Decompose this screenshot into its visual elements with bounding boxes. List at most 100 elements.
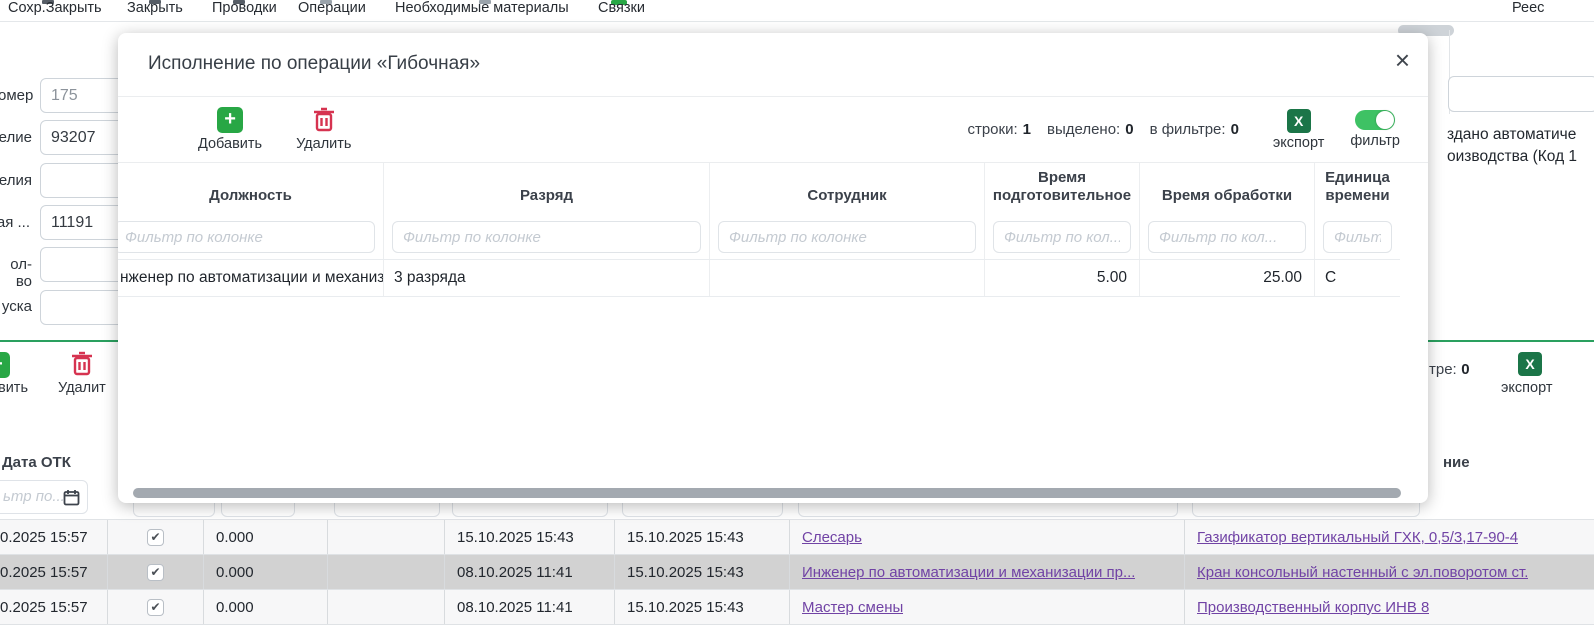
menu-required-materials[interactable]: Необходимые материалы (395, 0, 569, 16)
checkbox-checked[interactable]: ✔ (147, 599, 164, 616)
cell-start: 08.10.2025 11:41 (445, 555, 615, 589)
filter-toggle-block: фильтр (1350, 110, 1400, 149)
cell-equipment: Производственный корпус ИНВ 8 (1185, 590, 1594, 624)
add-icon: + (217, 107, 243, 133)
equipment-link[interactable]: Газификатор вертикальный ГХК, 0,5/3,17-9… (1197, 529, 1518, 546)
cell-employee (710, 260, 985, 296)
horizontal-scrollbar[interactable] (133, 488, 1401, 498)
menu-save-close[interactable]: Сохр.Закрыть (8, 0, 102, 16)
menu-links[interactable]: Связки (598, 0, 645, 16)
time-unit-filter-input[interactable] (1323, 221, 1392, 253)
background-data-table: 0.2025 15:57 ✔ 0.000 15.10.2025 15:43 15… (0, 519, 1594, 625)
check-icon: ✔ (150, 600, 160, 614)
cell-checkbox: ✔ (108, 590, 204, 624)
export-icon: X (1287, 109, 1311, 133)
cell-checkbox: ✔ (108, 555, 204, 589)
cell-start: 08.10.2025 11:41 (445, 590, 615, 624)
checkbox-checked[interactable]: ✔ (147, 529, 164, 546)
header-row: Должность Разряд Сотрудник Время подгото… (118, 163, 1400, 215)
checkbox-checked[interactable]: ✔ (147, 564, 164, 581)
dialog-table: Должность Разряд Сотрудник Время подгото… (118, 163, 1400, 297)
col-header-time-unit[interactable]: Единица времени (1315, 163, 1400, 215)
check-icon: ✔ (150, 565, 160, 579)
cell-start: 15.10.2025 15:43 (445, 520, 615, 554)
delete-button[interactable]: Удалит (58, 380, 106, 396)
col-header-prep-time[interactable]: Время подготовительное (985, 163, 1140, 215)
table-row[interactable]: 0.2025 15:57 ✔ 0.000 15.10.2025 15:43 15… (0, 520, 1594, 555)
field-label-product: елие (0, 129, 32, 146)
prep-time-filter-input[interactable] (993, 221, 1131, 253)
position-link[interactable]: Инженер по автоматизации и механизации п… (802, 564, 1135, 581)
dialog-close-icon[interactable]: × (1395, 47, 1410, 73)
calendar-icon[interactable] (63, 489, 80, 506)
column-header-equipment: ние (1443, 454, 1470, 471)
cell-equipment: Кран консольный настенный с эл.поворотом… (1185, 555, 1594, 589)
rows-count: строки:1 (967, 121, 1031, 138)
main-menu-bar: Сохр.Закрыть Закрыть Проводки Операции Н… (0, 0, 1594, 22)
add-button[interactable]: вить (0, 380, 28, 396)
cell-prep-time: 5.00 (985, 260, 1140, 296)
cell-checkbox: ✔ (108, 520, 204, 554)
dialog-title: Исполнение по операции «Гибочная» (148, 53, 480, 75)
proc-time-filter-input[interactable] (1148, 221, 1306, 253)
menu-postings[interactable]: Проводки (212, 0, 277, 16)
filtered-count: в фильтре:0 (1150, 121, 1239, 138)
cell-qty: 0.000 (204, 520, 328, 554)
cell-date: 0.2025 15:57 (0, 520, 108, 554)
field-label-qty: ол-во (0, 256, 32, 290)
filter-row (118, 215, 1400, 259)
cell-empty (328, 590, 445, 624)
delete-icon (313, 107, 335, 133)
cell-position: Слесарь (790, 520, 1185, 554)
table-row[interactable]: 0.2025 15:57 ✔ 0.000 08.10.2025 11:41 15… (0, 590, 1594, 625)
check-icon: ✔ (150, 530, 160, 544)
filter-toggle[interactable] (1355, 110, 1395, 130)
cell-qty: 0.000 (204, 555, 328, 589)
cell-position: Мастер смены (790, 590, 1185, 624)
export-button[interactable]: X экспорт (1273, 109, 1324, 151)
dialog-toolbar: + Добавить Удалить строки:1 выделено:0 (118, 97, 1428, 163)
employee-filter-input[interactable] (718, 221, 976, 253)
position-link[interactable]: Слесарь (802, 529, 862, 546)
cell-end: 15.10.2025 15:43 (615, 555, 790, 589)
cell-time-unit: С (1315, 260, 1400, 296)
data-row[interactable]: нженер по автоматизации и механиза... 3 … (118, 259, 1400, 297)
menu-close[interactable]: Закрыть (127, 0, 183, 16)
equipment-link[interactable]: Кран консольный настенный с эл.поворотом… (1197, 564, 1528, 581)
field-label-product2: елия (0, 172, 32, 189)
cell-grade: 3 разряда (384, 260, 710, 296)
table-row-selected[interactable]: 0.2025 15:57 ✔ 0.000 08.10.2025 11:41 15… (0, 555, 1594, 590)
column-header-date-otk: Дата ОТК (2, 454, 71, 471)
cell-empty (328, 555, 445, 589)
position-filter-input[interactable] (118, 221, 375, 253)
cell-proc-time: 25.00 (1140, 260, 1315, 296)
dialog-header: Исполнение по операции «Гибочная» × (118, 33, 1428, 97)
delete-icon[interactable] (71, 351, 93, 377)
equipment-link[interactable]: Производственный корпус ИНВ 8 (1197, 599, 1429, 616)
delete-button[interactable]: Удалить (296, 107, 351, 152)
field-label-number: омер (0, 87, 32, 104)
menu-registry[interactable]: Реес (1512, 0, 1544, 16)
date-otk-filter-input[interactable]: ьтр по... (0, 480, 88, 514)
position-link[interactable]: Мастер смены (802, 599, 903, 616)
auto-created-note-line1: здано автоматиче (1447, 126, 1576, 144)
cell-end: 15.10.2025 15:43 (615, 520, 790, 554)
cell-qty: 0.000 (204, 590, 328, 624)
export-button[interactable]: экспорт (1501, 380, 1552, 396)
col-header-proc-time[interactable]: Время обработки (1140, 163, 1315, 215)
grade-filter-input[interactable] (392, 221, 701, 253)
cell-date: 0.2025 15:57 (0, 590, 108, 624)
add-icon[interactable]: + (0, 352, 10, 378)
menu-operations[interactable]: Операции (298, 0, 366, 16)
cell-end: 15.10.2025 15:43 (615, 590, 790, 624)
export-icon[interactable]: X (1518, 352, 1542, 376)
selected-count: выделено:0 (1047, 121, 1134, 138)
toggle-knob (1376, 111, 1394, 129)
col-header-position[interactable]: Должность (118, 163, 384, 215)
filtered-count: тре: 0 (1429, 361, 1470, 379)
add-button[interactable]: + Добавить (198, 107, 262, 152)
col-header-employee[interactable]: Сотрудник (710, 163, 985, 215)
operation-execution-dialog: Исполнение по операции «Гибочная» × + До… (118, 33, 1428, 503)
right-form-field[interactable] (1448, 76, 1594, 112)
col-header-grade[interactable]: Разряд (384, 163, 710, 215)
